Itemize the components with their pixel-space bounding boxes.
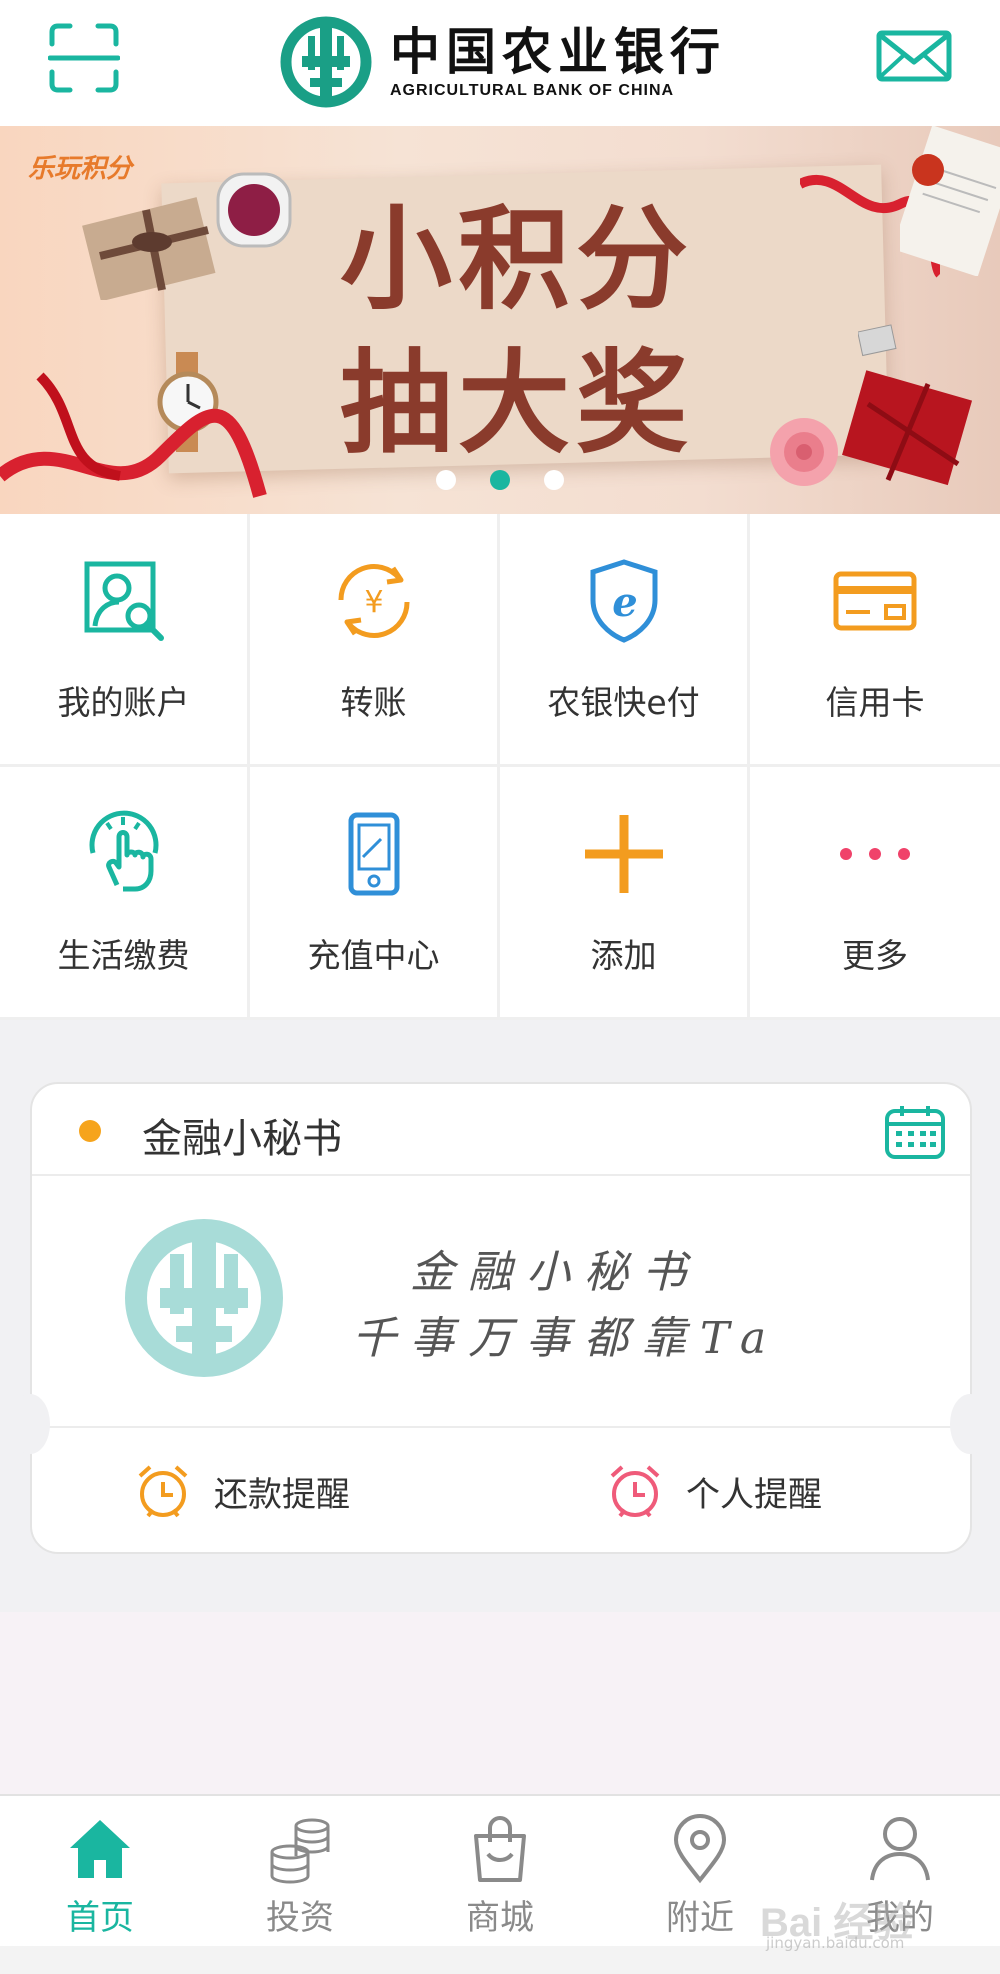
- slogan-line-2: 千事万事都靠Ta: [352, 1313, 781, 1364]
- card-header: 金融小秘书: [32, 1084, 970, 1176]
- transfer-yuan-icon: ¥: [337, 564, 410, 638]
- app-header: 中国农业银行 AGRICULTURAL BANK OF CHINA: [0, 0, 1000, 126]
- financial-secretary-card: 金融小秘书 金融小秘书 千事万事都靠Ta 还款提醒 个人提醒: [30, 1082, 972, 1554]
- watermark-url: jingyan.baidu.com: [766, 1934, 905, 1952]
- ribbon-left: [0, 372, 267, 498]
- tab-label: 附近: [666, 1898, 734, 1938]
- coins-icon: [270, 1818, 330, 1884]
- alarm-clock-icon: [138, 1465, 188, 1518]
- abc-logo-icon: [280, 16, 372, 108]
- promo-headline-1: 小积分: [340, 194, 694, 325]
- repay-reminder-label: 还款提醒: [214, 1474, 350, 1515]
- svg-text:¥: ¥: [364, 585, 383, 620]
- grid-item-life-payment[interactable]: 生活缴费: [0, 767, 250, 1020]
- tab-home[interactable]: 首页: [0, 1796, 200, 1948]
- grid-item-recharge-center[interactable]: 充值中心: [250, 767, 500, 1020]
- empty-content-area: [0, 1612, 1000, 1794]
- gadget-icon: [216, 172, 292, 248]
- tab-invest[interactable]: 投资: [200, 1796, 400, 1948]
- grid-label: 生活缴费: [57, 936, 190, 975]
- shopping-bag-icon: [474, 1816, 526, 1882]
- book-rose-icon: [900, 126, 1000, 276]
- more-dots-icon: [840, 848, 910, 860]
- status-dot: [79, 1120, 101, 1142]
- bank-brand: 中国农业银行 AGRICULTURAL BANK OF CHINA: [280, 12, 726, 112]
- grid-item-add[interactable]: 添加: [500, 767, 750, 1020]
- location-pin-icon: [673, 1814, 727, 1884]
- grid-label: 充值中心: [307, 936, 440, 975]
- grid-label: 农银快e付: [547, 683, 700, 722]
- carousel-dot-2[interactable]: [490, 470, 510, 490]
- slogan-line-1: 金融小秘书: [410, 1247, 700, 1298]
- carousel-indicator[interactable]: [0, 470, 1000, 490]
- grid-item-e-pay[interactable]: e 农银快e付: [500, 514, 750, 767]
- calendar-icon[interactable]: [884, 1104, 946, 1160]
- mobile-phone-icon: [348, 812, 399, 896]
- grid-label: 添加: [590, 936, 657, 975]
- promo-headline-2: 抽大奖: [340, 338, 694, 469]
- grid-item-my-account[interactable]: 我的账户: [0, 514, 250, 767]
- grid-item-transfer[interactable]: ¥ 转账: [250, 514, 500, 767]
- alarm-clock-icon: [610, 1465, 660, 1518]
- ticket-notch-right: [950, 1394, 990, 1454]
- scan-icon[interactable]: [48, 22, 120, 94]
- tab-label: 商城: [466, 1898, 534, 1938]
- grid-item-credit-card[interactable]: 信用卡: [750, 514, 1000, 767]
- tap-finger-icon: [89, 810, 158, 892]
- personal-reminder-label: 个人提醒: [686, 1474, 822, 1515]
- grid-label: 信用卡: [825, 683, 925, 722]
- card-body[interactable]: 金融小秘书 千事万事都靠Ta: [32, 1176, 970, 1428]
- card-icon: [858, 324, 897, 357]
- brand-name-cn: 中国农业银行: [390, 22, 726, 81]
- grid-label: 我的账户: [57, 683, 190, 722]
- grid-item-more[interactable]: 更多: [750, 767, 1000, 1020]
- tab-label: 投资: [266, 1898, 334, 1938]
- mail-icon[interactable]: [876, 30, 952, 82]
- tab-mall[interactable]: 商城: [400, 1796, 600, 1948]
- home-icon: [70, 1820, 130, 1878]
- card-footer: 还款提醒 个人提醒: [32, 1428, 970, 1552]
- ticket-notch-left: [10, 1394, 50, 1454]
- abc-logo-icon: [125, 1219, 283, 1377]
- plus-icon: [584, 815, 663, 893]
- e-pay-shield-icon: e: [590, 559, 657, 643]
- promo-tag: 乐玩积分: [28, 154, 133, 184]
- svg-text:e: e: [612, 579, 637, 626]
- grid-label: 转账: [340, 683, 407, 722]
- carousel-dot-1[interactable]: [436, 470, 456, 490]
- grid-label: 更多: [842, 936, 908, 975]
- account-search-icon: [84, 561, 164, 641]
- user-icon: [870, 1817, 930, 1881]
- card-title: 金融小秘书: [142, 1116, 342, 1162]
- gift-box-icon: [82, 197, 216, 300]
- brand-name-en: AGRICULTURAL BANK OF CHINA: [390, 82, 675, 99]
- tab-label: 首页: [66, 1898, 134, 1938]
- credit-card-icon: [833, 571, 917, 631]
- personal-reminder-button[interactable]: 个人提醒: [606, 1462, 822, 1520]
- repay-reminder-button[interactable]: 还款提醒: [134, 1462, 350, 1520]
- carousel-dot-3[interactable]: [544, 470, 564, 490]
- function-grid: 我的账户 ¥ 转账 e 农银快e付 信用卡 生活缴费 充值中心 添加 更多: [0, 514, 1000, 1020]
- promo-banner[interactable]: 乐玩积分 小积分 抽大奖: [0, 126, 1000, 514]
